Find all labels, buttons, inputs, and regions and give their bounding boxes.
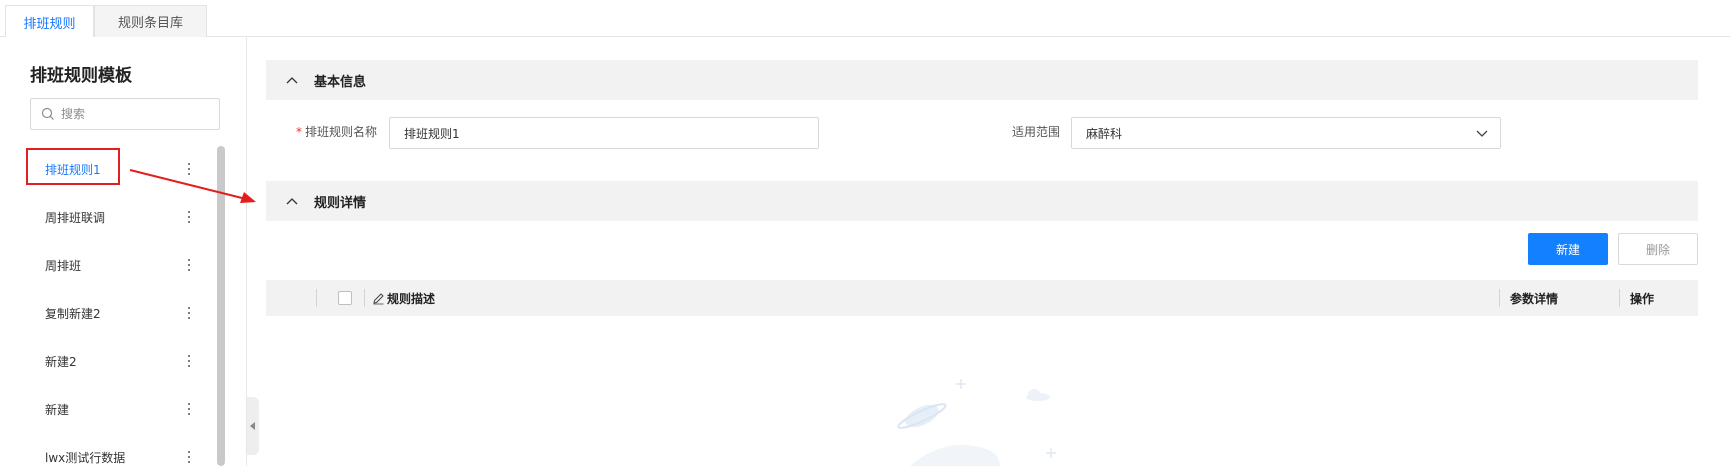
more-vertical-icon[interactable]: [184, 257, 194, 273]
more-vertical-icon[interactable]: [184, 305, 194, 321]
list-item-label: 新建2: [45, 354, 77, 369]
tab-label: 规则条目库: [117, 16, 183, 31]
column-header-actions: 操作: [1630, 292, 1655, 306]
more-vertical-icon[interactable]: [184, 449, 194, 465]
list-item-label: 新建: [45, 402, 70, 417]
top-tab-bar: 排班规则 规则条目库: [0, 0, 1730, 39]
section-title: 规则详情: [314, 195, 367, 211]
select-all-checkbox[interactable]: [338, 291, 352, 305]
list-item[interactable]: 新建: [5, 385, 220, 433]
column-header-label: 规则描述: [387, 292, 436, 306]
column-divider: [1499, 289, 1500, 307]
delete-button[interactable]: 删除: [1618, 233, 1698, 265]
empty-state-illustration: [880, 370, 1080, 466]
template-list: 排班规则1 周排班联调 周排班 复制新建2 新建2 新建 lwx测试行数据: [5, 145, 220, 466]
chevron-up-icon: [286, 76, 298, 84]
rule-name-input[interactable]: 排班规则1: [389, 117, 819, 149]
list-item[interactable]: 新建2: [5, 337, 220, 385]
list-item[interactable]: 周排班联调: [5, 193, 220, 241]
column-divider: [364, 289, 365, 307]
chevron-up-icon: [286, 197, 298, 205]
search-input[interactable]: [61, 107, 211, 121]
search-icon: [41, 107, 55, 121]
section-rule-details[interactable]: 规则详情: [266, 181, 1698, 221]
list-item-label: 周排班联调: [45, 210, 106, 225]
search-box[interactable]: [30, 98, 220, 130]
more-vertical-icon[interactable]: [184, 353, 194, 369]
rule-name-value: 排班规则1: [404, 126, 460, 141]
scope-select[interactable]: 麻醉科: [1071, 117, 1501, 149]
scope-label: 适用范围: [1012, 125, 1061, 139]
list-item[interactable]: 周排班: [5, 241, 220, 289]
scope-value: 麻醉科: [1086, 126, 1123, 141]
column-divider: [316, 289, 317, 307]
rule-name-label: * 排班规则名称: [296, 123, 377, 140]
tab-label: 排班规则: [23, 16, 76, 32]
required-mark: *: [296, 125, 302, 139]
section-basic-info[interactable]: 基本信息: [266, 60, 1698, 100]
rule-name-label-text: 排班规则名称: [305, 125, 378, 139]
list-item-label: lwx测试行数据: [45, 450, 126, 465]
more-vertical-icon[interactable]: [184, 161, 194, 177]
sidebar-title: 排班规则模板: [30, 66, 132, 86]
sidebar-collapse-handle[interactable]: [247, 397, 259, 455]
column-divider: [1619, 289, 1620, 307]
list-item-label: 复制新建2: [45, 306, 101, 321]
more-vertical-icon[interactable]: [184, 209, 194, 225]
list-item[interactable]: lwx测试行数据: [5, 433, 220, 466]
chevron-down-icon: [1476, 130, 1488, 138]
caret-left-icon: [250, 419, 256, 433]
column-header-params: 参数详情: [1510, 292, 1559, 306]
tab-rule-library[interactable]: 规则条目库: [94, 5, 207, 37]
table-header: 规则描述 参数详情 操作: [266, 280, 1698, 316]
section-title: 基本信息: [314, 74, 367, 90]
tab-scheduling-rules[interactable]: 排班规则: [5, 5, 94, 39]
list-item[interactable]: 复制新建2: [5, 289, 220, 337]
column-header-description: 规则描述: [372, 290, 435, 307]
edit-pen-icon: [372, 292, 385, 305]
list-item-label: 周排班: [45, 258, 82, 273]
new-button[interactable]: 新建: [1528, 233, 1608, 265]
more-vertical-icon[interactable]: [184, 401, 194, 417]
annotation-highlight-box: [26, 148, 120, 185]
template-sidebar: 排班规则模板 排班规则1 周排班联调 周排班 复制新建2 新建2 新建: [5, 37, 247, 466]
